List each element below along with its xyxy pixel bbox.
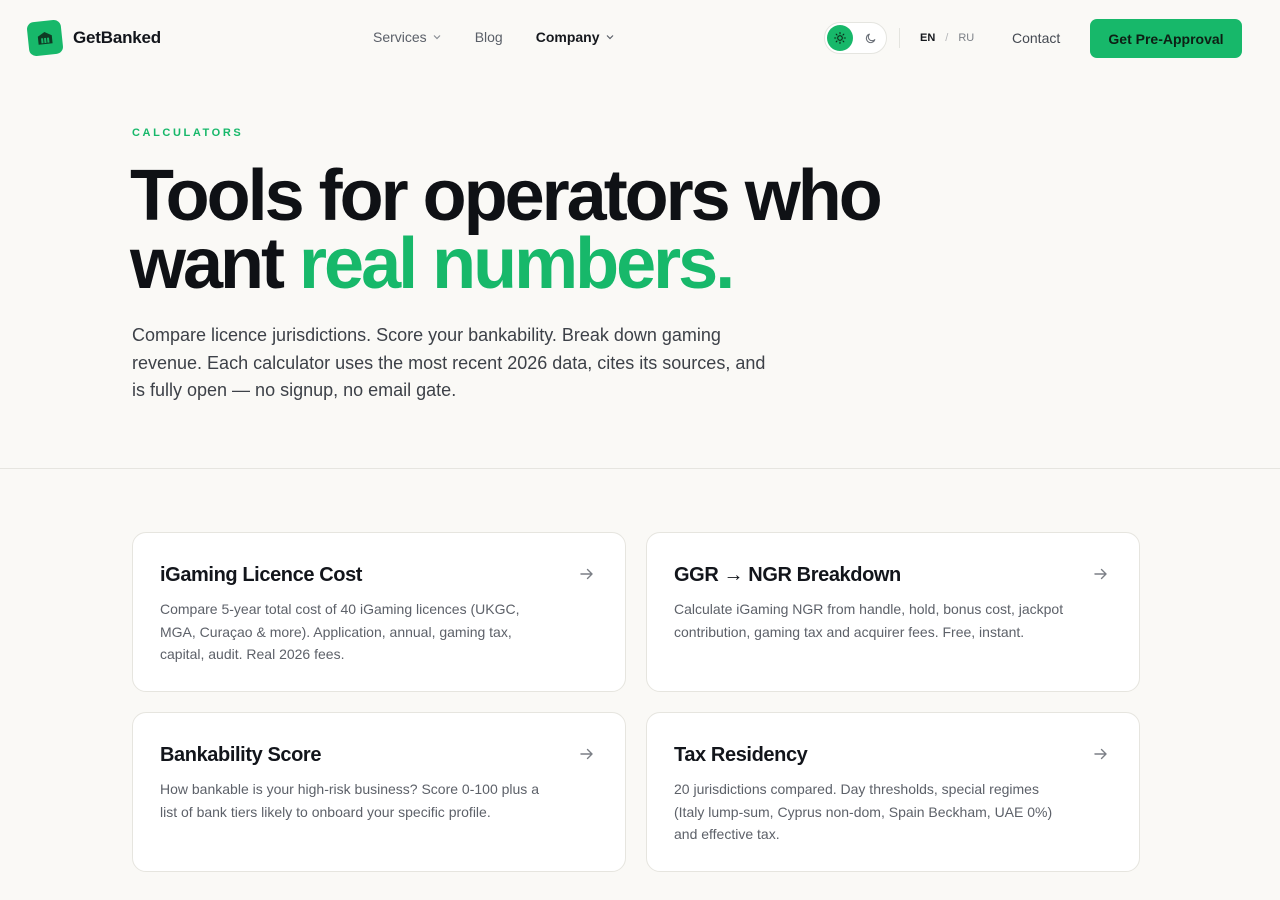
moon-icon: [865, 33, 876, 44]
arrow-right-icon: [580, 568, 593, 580]
nav-company[interactable]: Company: [536, 29, 614, 45]
card-description: 20 jurisdictions compared. Day threshold…: [674, 781, 1053, 842]
arrow-right-icon: [580, 748, 593, 760]
card-tax-residency[interactable]: Tax Residency 20 jurisdictions compared.…: [646, 712, 1140, 872]
logo[interactable]: GetBanked: [26, 19, 161, 57]
card-title: Tax Residency: [674, 744, 808, 766]
nav-services-label: Services: [373, 29, 427, 45]
card-title: GGR → NGR Breakdown: [674, 564, 901, 586]
top-nav: GetBanked Services Blog Company EN / RU …: [0, 0, 1280, 78]
card-bankability-score[interactable]: Bankability Score How bankable is your h…: [132, 712, 626, 872]
card-ggr-ngr-breakdown[interactable]: GGR → NGR Breakdown Calculate iGaming NG…: [646, 532, 1140, 692]
card-title: Bankability Score: [160, 744, 322, 766]
card-description: Calculate iGaming NGR from handle, hold,…: [674, 601, 1064, 640]
nav-divider: [899, 28, 900, 48]
hero-title: Tools for operators who want real number…: [130, 160, 883, 300]
dark-mode-button[interactable]: [858, 25, 884, 51]
get-pre-approval-button[interactable]: Get Pre-Approval: [1090, 19, 1242, 58]
card-igaming-licence-cost[interactable]: iGaming Licence Cost Compare 5-year tota…: [132, 532, 626, 692]
hero-eyebrow: CALCULATORS: [132, 127, 244, 139]
contact-link[interactable]: Contact: [1012, 30, 1060, 46]
lang-en[interactable]: EN: [920, 32, 935, 44]
arrow-right-icon: [1094, 748, 1107, 760]
brand-name: GetBanked: [73, 28, 161, 47]
nav-services[interactable]: Services: [373, 29, 441, 45]
nav-company-label: Company: [535, 29, 600, 45]
main-nav: Services Blog Company: [373, 29, 614, 45]
bank-icon: [26, 19, 64, 57]
chevron-down-icon: [606, 35, 613, 40]
light-mode-button[interactable]: [827, 25, 853, 51]
chevron-down-icon: [433, 35, 441, 40]
card-description: How bankable is your high-risk business?…: [160, 781, 539, 820]
sun-icon: [834, 32, 846, 44]
hero-description: Compare licence jurisdictions. Score you…: [132, 325, 766, 400]
nav-blog[interactable]: Blog: [475, 29, 503, 45]
theme-toggle: [824, 22, 887, 54]
nav-blog-label: Blog: [474, 29, 503, 45]
language-switcher: EN / RU: [920, 32, 974, 44]
lang-separator: /: [945, 32, 949, 44]
section-divider: [0, 468, 1280, 469]
card-description: Compare 5-year total cost of 40 iGaming …: [160, 601, 520, 662]
card-title: iGaming Licence Cost: [160, 564, 363, 586]
arrow-right-icon: [1094, 568, 1107, 580]
lang-ru[interactable]: RU: [958, 32, 974, 44]
hero-title-accent: real numbers.: [299, 224, 735, 304]
hero-title-line2-plain: want: [130, 224, 285, 304]
